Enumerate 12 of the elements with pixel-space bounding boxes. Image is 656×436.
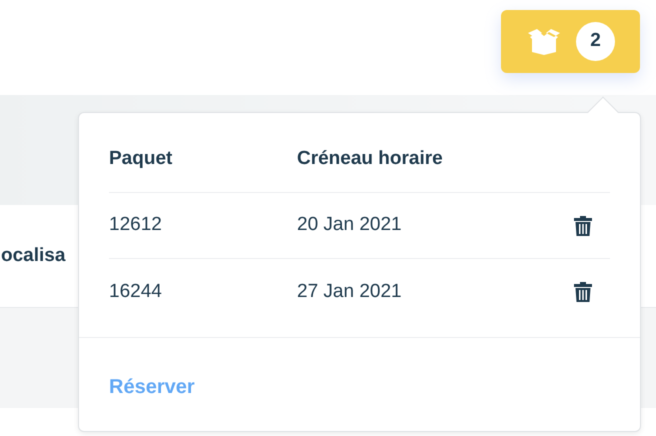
- column-header: Paquet: [109, 146, 174, 170]
- column-heading: ocalisa: [1, 244, 66, 268]
- table-cell-text: 16244: [109, 280, 163, 304]
- table-cell-text: 12612: [109, 213, 163, 238]
- box-icon: [526, 28, 562, 54]
- column-header: Créneau horaire: [297, 146, 444, 170]
- table-cell-text: 20 Jan 2021: [297, 213, 403, 238]
- table-cell-text: 27 Jan 2021: [297, 280, 403, 304]
- count-badge: 2: [576, 22, 615, 61]
- delete-icon[interactable]: [574, 216, 592, 236]
- package-cart-button[interactable]: 2: [501, 10, 640, 73]
- delete-icon[interactable]: [574, 282, 592, 302]
